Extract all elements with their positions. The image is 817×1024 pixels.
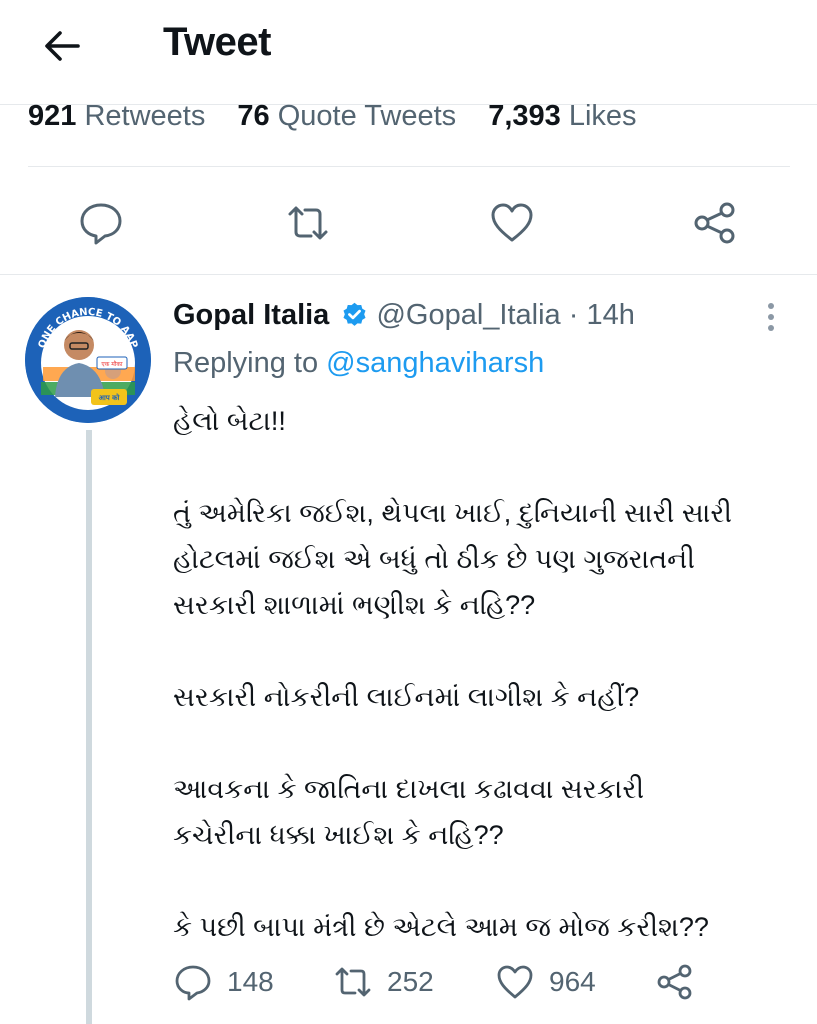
tweet-time[interactable]: 14h bbox=[586, 299, 634, 331]
reply-retweet-button[interactable]: 252 bbox=[333, 960, 434, 1004]
avatar-badge-text-top: एक मौका bbox=[101, 360, 123, 368]
reply-like-button[interactable]: 964 bbox=[495, 960, 596, 1004]
reply-reply-button[interactable]: 148 bbox=[173, 960, 274, 1004]
back-button[interactable] bbox=[38, 22, 86, 70]
replying-to: Replying to @sanghaviharsh bbox=[173, 347, 544, 380]
retweet-icon bbox=[288, 206, 328, 240]
share-icon bbox=[657, 964, 692, 1000]
avatar[interactable]: आप को एक मौका ONE CHANCE TO AAP bbox=[25, 297, 151, 423]
share-icon bbox=[694, 202, 735, 244]
reply-icon bbox=[175, 965, 211, 1001]
engagement-stats: 921 Retweets 76 Quote Tweets 7,393 Likes bbox=[28, 100, 661, 133]
reply-action-bar: 148 252 964 bbox=[173, 960, 733, 1006]
replying-to-label: Replying to bbox=[173, 347, 319, 379]
retweet-button[interactable] bbox=[285, 200, 331, 246]
share-button[interactable] bbox=[692, 200, 738, 246]
like-button[interactable] bbox=[489, 200, 535, 246]
tweet-action-bar bbox=[0, 186, 817, 258]
tweet-text-line: સરકારી નોકરીની લાઈનમાં લાગીશ કે નહીં? bbox=[173, 682, 640, 712]
heart-icon bbox=[497, 965, 533, 999]
more-vertical-icon bbox=[768, 303, 774, 331]
tweet-text-line: કચેરીના ધક્કા ખાઈશ કે નહિ?? bbox=[173, 820, 504, 850]
separator-dot: · bbox=[568, 299, 579, 331]
tweet-body: હેલો બેટા!! તું અમેરિકા જઈશ, થેપલા ખાઈ, … bbox=[173, 398, 803, 950]
tweet-text-line: હેલો બેટા!! bbox=[173, 406, 286, 436]
author-handle[interactable]: @Gopal_Italia bbox=[376, 299, 560, 331]
verified-badge-icon bbox=[343, 302, 366, 326]
author-display-name[interactable]: Gopal Italia bbox=[173, 299, 329, 331]
reply-button[interactable] bbox=[78, 200, 124, 246]
tweet-text-line: આવકના કે જાતિના દાખલા કઢાવવા સરકારી bbox=[173, 774, 645, 804]
replying-to-handle-link[interactable]: @sanghaviharsh bbox=[326, 347, 544, 379]
reply-share-button[interactable] bbox=[655, 960, 695, 1004]
avatar-image: आप को एक मौका ONE CHANCE TO AAP bbox=[25, 297, 151, 423]
retweets-stat[interactable]: 921 Retweets bbox=[28, 100, 205, 133]
reply-icon bbox=[80, 203, 122, 245]
tweet-text-line: કે પછી બાપા મંત્રી છે એટલે આમ જ મોજ કરીશ… bbox=[173, 912, 709, 942]
quote-tweets-stat[interactable]: 76 Quote Tweets bbox=[237, 100, 456, 133]
heart-icon bbox=[491, 203, 533, 242]
tweet-text-line: સરકારી શાળામાં ભણીશ કે નહિ?? bbox=[173, 590, 536, 620]
retweet-count: 252 bbox=[387, 966, 434, 997]
tweet-text-line: હોટલમાં જઈશ એ બધું તો ઠીક છે પણ ગુજરાતની bbox=[173, 544, 695, 574]
back-arrow-icon bbox=[45, 31, 80, 61]
likes-stat[interactable]: 7,393 Likes bbox=[488, 100, 636, 133]
stats-divider bbox=[28, 166, 790, 167]
like-count: 964 bbox=[549, 966, 596, 997]
avatar-badge-text: आप को bbox=[99, 393, 121, 402]
retweet-icon bbox=[335, 967, 371, 997]
tweet-author-line: Gopal Italia @Gopal_Italia · 14h bbox=[173, 299, 635, 332]
tweet-text-line: તું અમેરિકા જઈશ, થેપલા ખાઈ, દુનિયાની સાર… bbox=[173, 498, 733, 528]
reply-count: 148 bbox=[227, 966, 274, 997]
thread-line bbox=[86, 430, 92, 1024]
page-title: Tweet bbox=[163, 20, 271, 64]
actions-divider bbox=[0, 274, 817, 275]
more-options-button[interactable] bbox=[760, 300, 782, 334]
